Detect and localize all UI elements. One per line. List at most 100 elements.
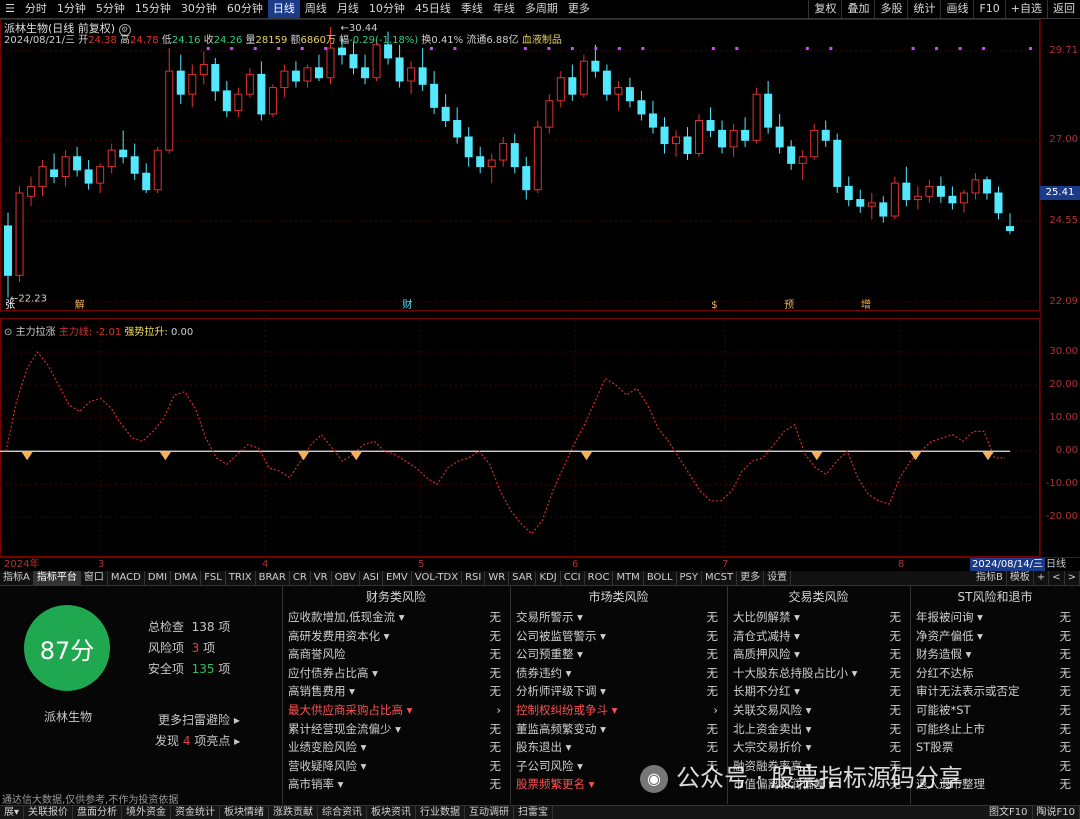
risk-item[interactable]: 关联交易风险 ▾ 无 [728,701,909,720]
risk-item[interactable]: 高商誉风险 无 [283,645,509,664]
event-mark[interactable]: 预 [784,299,794,311]
indicator-tab[interactable]: EMV [383,571,412,585]
indicator-tab[interactable]: CCI [561,571,585,585]
indicator-tab[interactable]: 窗口 [81,571,108,585]
period-tab[interactable]: 年线 [488,0,520,18]
footer-tab-right[interactable]: 陶说F10 [1033,806,1080,819]
indicator-tab[interactable]: ROC [585,571,614,585]
indicator-tab[interactable]: 指标A [0,571,34,585]
footer-tab[interactable]: 板块资讯 [367,806,417,819]
period-tab[interactable]: 月线 [332,0,364,18]
period-tab[interactable]: 10分钟 [364,0,410,18]
risk-item[interactable]: ST股票 无 [911,738,1079,757]
risk-item[interactable]: 财务造假 ▾ 无 [911,645,1079,664]
period-tab[interactable]: 15分钟 [130,0,176,18]
indicator-tab-right[interactable]: 模板 [1007,571,1034,585]
footer-tab[interactable]: 境外资金 [122,806,172,819]
footer-tab[interactable]: 扫雷宝 [514,806,554,819]
chart-area[interactable]: ←30.44 ←22.23 张解财 $ 预增 派林生物(日线 前复权) ⚙ 2024/0… [0,19,1056,557]
indicator-tab[interactable]: VR [311,571,332,585]
event-mark[interactable]: $ [711,300,717,311]
indicator-tab-right[interactable]: > [1065,571,1080,585]
indicator-tab[interactable]: 指标平台 [33,571,81,585]
period-tab[interactable]: 多周期 [520,0,563,18]
risk-item[interactable]: 董监高频繁变动 ▾ 无 [511,720,726,739]
risk-item[interactable]: 大比例解禁 ▾ 无 [728,608,909,627]
footer-tab[interactable]: 板块情绪 [220,806,270,819]
indicator-tab[interactable]: MACD [108,571,145,585]
indicator-tab[interactable]: KDJ [536,571,561,585]
footer-tab[interactable]: 展▾ [0,806,25,819]
risk-item[interactable]: 累计经营现金流偏少 ▾ 无 [283,720,509,739]
toolbar-button[interactable]: 多股 [874,0,907,18]
indicator-tab[interactable]: CR [290,571,311,585]
risk-item[interactable]: 最大供应商采购占比高 ▾ › [283,701,509,720]
footer-tab[interactable]: 综合资讯 [318,806,368,819]
risk-item[interactable]: 高研发费用资本化 ▾ 无 [283,627,509,646]
risk-item[interactable]: 北上资金卖出 ▾ 无 [728,720,909,739]
event-mark[interactable]: 解 [75,298,85,311]
indicator-tab[interactable]: BRAR [256,571,290,585]
risk-item[interactable]: 高质押风险 ▾ 无 [728,645,909,664]
footer-tab[interactable]: 资金统计 [171,806,221,819]
footer-tab[interactable]: 涨跌贡献 [269,806,319,819]
indicator-tab-right[interactable]: 指标B [973,571,1007,585]
indicator-tab-right[interactable]: + [1034,571,1050,585]
indicator-tab[interactable]: VOL-TDX [412,571,463,585]
period-tab[interactable]: 周线 [300,0,332,18]
toolbar-button[interactable]: F10 [973,0,1004,18]
period-tab[interactable]: 日线 [267,0,300,18]
risk-item[interactable]: 业绩变脸风险 ▾ 无 [283,738,509,757]
period-tab[interactable]: 45日线 [410,0,456,18]
risk-item[interactable]: 应收款增加,低现金流 ▾ 无 [283,608,509,627]
toolbar-button[interactable]: 画线 [940,0,973,18]
risk-item[interactable]: 交易所警示 ▾ 无 [511,608,726,627]
risk-item[interactable]: 年报被问询 ▾ 无 [911,608,1079,627]
indicator-tab[interactable]: DMI [145,571,172,585]
footer-tab[interactable]: 互动调研 [465,806,515,819]
indicator-toggle-icon[interactable]: ⊙ [4,327,12,338]
risk-item[interactable]: 营收疑降风险 ▾ 无 [283,757,509,776]
event-mark[interactable]: 财 [402,298,412,311]
indicator-tab[interactable]: MCST [702,571,738,585]
indicator-tab[interactable]: TRIX [226,571,256,585]
indicator-tab[interactable]: SAR [509,571,537,585]
risk-item[interactable]: 分析师评级下调 ▾ 无 [511,682,726,701]
risk-item[interactable]: 应付债券占比高 ▾ 无 [283,664,509,683]
period-tab[interactable]: 分时 [20,0,52,18]
highlights-link[interactable]: 发现 4 项亮点 ▸ [155,732,240,749]
event-mark[interactable]: 增 [861,298,871,311]
menu-icon[interactable]: ☰ [0,0,20,18]
risk-item[interactable]: 公司预重整 ▾ 无 [511,645,726,664]
risk-item[interactable]: 高市销率 ▾ 无 [283,775,509,794]
risk-item[interactable]: 十大股东总持股占比小 ▾ 无 [728,664,909,683]
risk-item[interactable]: 大宗交易折价 ▾ 无 [728,738,909,757]
period-tab[interactable]: 季线 [456,0,488,18]
indicator-tab[interactable]: 更多 [737,571,765,585]
footer-tab[interactable]: 关联报价 [24,806,74,819]
indicator-tab[interactable]: WR [485,571,510,585]
period-tab[interactable]: 60分钟 [222,0,268,18]
indicator-tab[interactable]: MTM [613,571,644,585]
risk-item[interactable]: 清仓式减持 ▾ 无 [728,627,909,646]
toolbar-button[interactable]: 返回 [1047,0,1080,18]
indicator-tab[interactable]: DMA [171,571,202,585]
risk-item[interactable]: 分红不达标 无 [911,664,1079,683]
risk-item[interactable]: 净资产偏低 ▾ 无 [911,627,1079,646]
footer-tab[interactable]: 行业数据 [416,806,466,819]
event-mark[interactable]: 张 [5,299,15,311]
period-tab[interactable]: 5分钟 [91,0,130,18]
indicator-tab[interactable]: OBV [332,571,360,585]
toolbar-button[interactable]: 叠加 [841,0,874,18]
risk-item[interactable]: 控制权纠纷或争斗 ▾ › [511,701,726,720]
indicator-tab[interactable]: BOLL [644,571,677,585]
indicator-tab[interactable]: RSI [462,571,486,585]
indicator-tab[interactable]: ASI [360,571,383,585]
indicator-tab-right[interactable]: < [1049,571,1065,585]
risk-item[interactable]: 可能终止上市 无 [911,720,1079,739]
risk-item[interactable]: 审计无法表示或否定 无 [911,682,1079,701]
risk-item[interactable]: 高销售费用 ▾ 无 [283,682,509,701]
kline-chart[interactable]: ←30.44←22.23张解财 $ 预增 [0,19,1056,557]
indicator-tab[interactable]: FSL [201,571,226,585]
toolbar-button[interactable]: 统计 [907,0,940,18]
